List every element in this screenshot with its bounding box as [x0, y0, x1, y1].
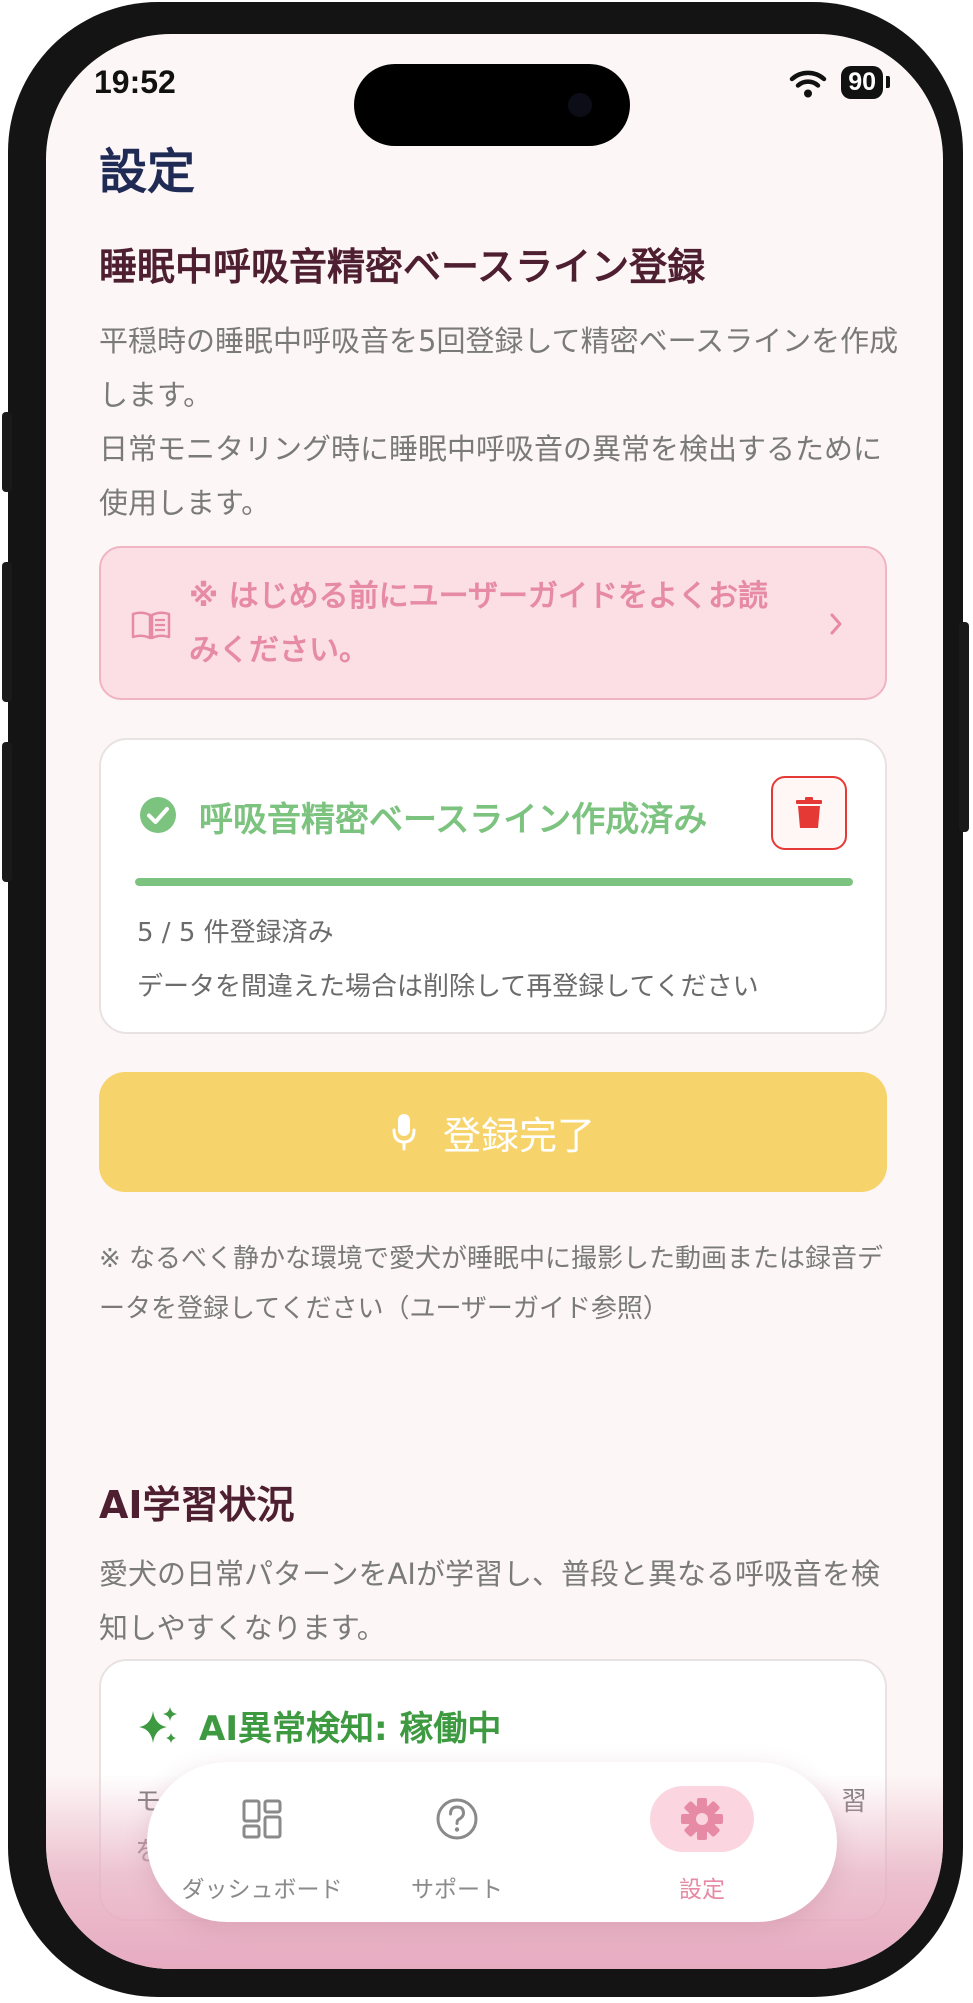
phone-volume-down [2, 742, 12, 882]
phone-power-button [959, 622, 969, 832]
ai-status-title: AI異常検知: 稼働中 [199, 1709, 502, 1749]
delete-note: データを間違えた場合は削除して再登録してください [137, 972, 759, 1002]
wifi-icon [789, 70, 827, 97]
battery-level: 90 [841, 66, 890, 99]
chevron-right-icon [830, 613, 842, 635]
tab-dashboard-label: ダッシュボード [181, 1877, 343, 1903]
dashboard-icon [242, 1799, 282, 1839]
register-complete-button[interactable]: 登録完了 [99, 1072, 887, 1192]
status-indicators: 90 [789, 66, 890, 99]
baseline-description-text: 平穏時の睡眠中呼吸音を5回登録して精密ベースラインを作成します。 日常モニタリン… [99, 324, 899, 520]
app-screen: 19:52 90 設定 睡眠中呼吸音精密ベースライン登録 平穏時の睡眠中呼吸音を… [46, 34, 943, 1969]
ai-section-title: AI学習状況 [99, 1483, 295, 1527]
camera-icon [568, 93, 592, 117]
tab-settings[interactable]: 設定 [647, 1762, 757, 1922]
tab-dashboard[interactable]: ダッシュボード [182, 1762, 343, 1922]
book-icon [131, 611, 171, 640]
user-guide-banner[interactable]: ※ はじめる前にユーザーガイドをよくお読みください。 [99, 546, 887, 700]
delete-baseline-button[interactable] [771, 776, 847, 850]
baseline-status-text: 呼吸音精密ベースライン作成済み [199, 800, 708, 840]
bottom-tab-bar: ダッシュボード サポート 設定 [147, 1762, 837, 1922]
gear-icon [681, 1798, 723, 1840]
trash-icon [796, 797, 822, 828]
check-circle-icon [140, 797, 176, 833]
status-time: 19:52 [94, 64, 176, 100]
registration-progress-bar [135, 878, 853, 886]
baseline-section-title: 睡眠中呼吸音精密ベースライン登録 [99, 245, 706, 289]
sparkle-icon [139, 1707, 177, 1743]
ai-description: 愛犬の日常パターンをAIが学習し、普段と異なる呼吸音を検知しやすくなります。 [99, 1557, 880, 1645]
microphone-icon [392, 1114, 416, 1151]
registration-count: 5 / 5 件登録済み [137, 918, 334, 948]
baseline-status-card: 呼吸音精密ベースライン作成済み 5 / 5 件登録済み データを間違えた場合は削… [99, 738, 887, 1034]
tab-support-label: サポート [411, 1877, 503, 1903]
dynamic-island [354, 64, 630, 146]
registration-progress-fill [135, 878, 853, 886]
phone-side-button [2, 412, 12, 492]
phone-volume-up [2, 562, 12, 702]
page-title: 設定 [99, 144, 196, 200]
tab-settings-label: 設定 [679, 1877, 725, 1903]
guide-notice: ※ はじめる前にユーザーガイドをよくお読みください。 [189, 579, 769, 668]
phone-frame: 19:52 90 設定 睡眠中呼吸音精密ベースライン登録 平穏時の睡眠中呼吸音を… [2, 2, 969, 1997]
register-complete-label: 登録完了 [442, 1113, 595, 1158]
help-icon [436, 1798, 478, 1840]
baseline-description: 平穏時の睡眠中呼吸音を5回登録して精密ベースラインを作成します。 日常モニタリン… [99, 314, 899, 530]
tab-support[interactable]: サポート [387, 1762, 527, 1922]
recording-footnote: ※ なるべく静かな環境で愛犬が睡眠中に撮影した動画または録音データを登録してくだ… [99, 1244, 884, 1324]
